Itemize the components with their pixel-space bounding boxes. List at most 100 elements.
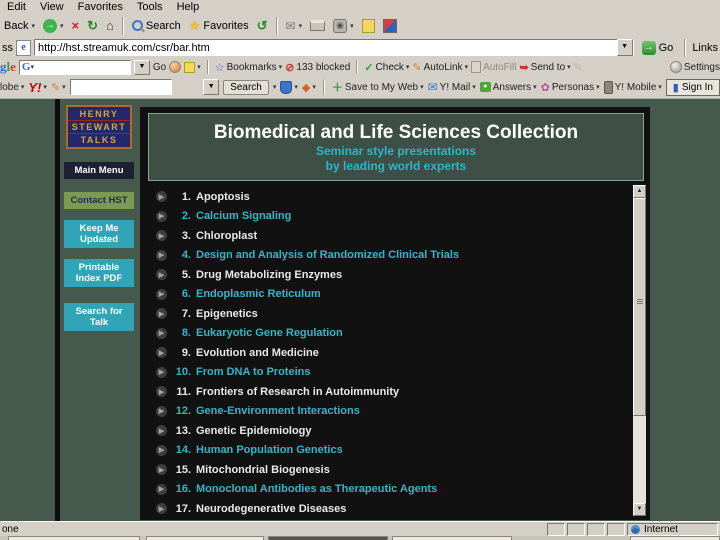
talk-link[interactable]: Frontiers of Research in Autoimmunity — [196, 386, 399, 398]
talk-link[interactable]: Monoclonal Antibodies as Therapeutic Age… — [196, 483, 437, 495]
talk-link[interactable]: Design and Analysis of Randomized Clinic… — [196, 249, 459, 261]
history-button[interactable]: ↺ — [254, 17, 271, 35]
talk-list-item[interactable]: ▶ 8. Eukaryotic Gene Regulation — [148, 324, 626, 344]
talk-list-item[interactable]: ▶ 14. Human Population Genetics — [148, 441, 626, 461]
play-icon[interactable]: ▶ — [156, 230, 167, 242]
popup-blocker-button[interactable]: ⊘ 133 blocked — [285, 61, 350, 74]
talk-link[interactable]: Mitochondrial Biogenesis — [196, 464, 330, 476]
play-icon[interactable]: ▶ — [156, 269, 167, 281]
printable-index-pdf-button[interactable]: Printable Index PDF — [64, 259, 134, 287]
talk-link[interactable]: Drug Metabolizing Enzymes — [196, 269, 342, 281]
play-icon[interactable]: ▶ — [156, 366, 167, 378]
talk-list-item[interactable]: ▶ 1. Apoptosis — [148, 187, 626, 207]
personas-button[interactable]: ✿ Personas ▾ — [541, 81, 600, 94]
play-icon[interactable]: ▶ — [156, 308, 167, 320]
keep-me-updated-button[interactable]: Keep Me Updated — [64, 220, 134, 248]
search-for-talk-button[interactable]: Search for Talk — [64, 303, 134, 331]
google-search-dropdown-icon[interactable]: ▼ — [133, 59, 150, 75]
google-extras-button[interactable]: ▾ — [184, 61, 201, 73]
talk-list-item[interactable]: ▶ 4. Design and Analysis of Randomized Cli… — [148, 246, 626, 266]
play-icon[interactable]: ▶ — [156, 405, 167, 417]
google-search-input[interactable]: G ▾ — [18, 59, 131, 75]
refresh-button[interactable]: ↻ — [84, 17, 101, 35]
list-scrollbar[interactable]: ▲ ▼ — [633, 185, 646, 516]
yahoo-mobile-button[interactable]: Y! Mobile ▾ — [603, 80, 662, 94]
signin-button[interactable]: ▮ Sign In — [665, 78, 720, 96]
talk-link[interactable]: From DNA to Proteins — [196, 366, 311, 378]
google-go-button[interactable]: Go — [153, 62, 166, 73]
back-dropdown-icon[interactable]: ▾ — [31, 22, 35, 30]
talk-link[interactable]: Endoplasmic Reticulum — [196, 288, 321, 300]
media-button[interactable] — [380, 18, 400, 34]
forward-button[interactable]: → ▾ — [40, 18, 67, 34]
play-icon[interactable]: ▶ — [156, 425, 167, 437]
play-icon[interactable]: ▶ — [156, 483, 167, 495]
talk-list-item[interactable]: ▶ 7. Epigenetics — [148, 304, 626, 324]
talk-link[interactable]: Calcium Signaling — [196, 210, 291, 222]
messenger-button[interactable]: ◉ ▾ — [330, 18, 357, 34]
menu-tools[interactable]: Tools — [130, 1, 170, 13]
play-icon[interactable]: ▶ — [156, 327, 167, 339]
notes-button[interactable] — [359, 18, 378, 34]
talk-list-item[interactable]: ▶ 2. Calcium Signaling — [148, 207, 626, 227]
taskbar-button[interactable] — [8, 536, 140, 540]
menu-favorites[interactable]: Favorites — [71, 1, 130, 13]
yahoo-search-input[interactable] — [69, 79, 172, 95]
yahoo-search-options-icon[interactable]: ▾ — [273, 83, 277, 91]
talk-list-item[interactable]: ▶ 9. Evolution and Medicine — [148, 343, 626, 363]
play-icon[interactable]: ▶ — [156, 386, 167, 398]
search-button[interactable]: Search — [129, 19, 184, 33]
talk-list-item[interactable]: ▶ 13. Genetic Epidemiology — [148, 421, 626, 441]
talk-list-item[interactable]: ▶ 3. Chloroplast — [148, 226, 626, 246]
talk-list-item[interactable]: ▶ 16. Monoclonal Antibodies as Therapeutic… — [148, 480, 626, 500]
antispy-button[interactable]: ▾ — [280, 80, 298, 94]
yahoo-mail-button[interactable]: ✉ Y! Mail ▾ — [428, 80, 476, 94]
play-icon[interactable]: ▶ — [156, 249, 167, 261]
address-dropdown-icon[interactable]: ▼ — [616, 39, 633, 56]
talk-link[interactable]: Apoptosis — [196, 191, 250, 203]
address-input[interactable]: http://hst.streamuk.com/csr/bar.htm ▼ — [34, 39, 634, 56]
yahoo-search-dropdown-icon[interactable]: ▼ — [203, 79, 220, 95]
talk-list-item[interactable]: ▶ 15. Mitochondrial Biogenesis — [148, 460, 626, 480]
back-button[interactable]: Back ▾ — [1, 19, 38, 33]
talk-list-item[interactable]: ▶ 6. Endoplasmic Reticulum — [148, 285, 626, 305]
yahoo-search-button[interactable]: Search — [223, 79, 269, 95]
talk-list-item[interactable]: ▶ 12. Gene-Environment Interactions — [148, 402, 626, 422]
answers-button[interactable]: ● Answers ▾ — [479, 82, 537, 93]
taskbar-button[interactable] — [392, 536, 512, 540]
autolink-button[interactable]: ✎ AutoLink ▾ — [412, 61, 468, 74]
home-button[interactable]: ⌂ — [103, 17, 117, 34]
talk-link[interactable]: Gene-Environment Interactions — [196, 405, 360, 417]
henry-stewart-talks-logo[interactable]: HENRY STEWART TALKS — [66, 105, 132, 149]
taskbar-button[interactable] — [146, 536, 264, 540]
links-label[interactable]: Links — [692, 42, 718, 54]
print-button[interactable] — [307, 19, 328, 32]
contact-hst-button[interactable]: Contact HST — [64, 192, 134, 209]
taskbar-button[interactable] — [630, 536, 720, 540]
yahoo-home-button[interactable]: Y! ▾ — [28, 80, 47, 95]
menu-edit[interactable]: Edit — [0, 1, 33, 13]
menu-help[interactable]: Help — [170, 1, 207, 13]
stop-button[interactable]: × — [69, 17, 83, 34]
talk-link[interactable]: Genetic Epidemiology — [196, 425, 312, 437]
play-icon[interactable]: ▶ — [156, 288, 167, 300]
talk-link[interactable]: Human Population Genetics — [196, 444, 343, 456]
talk-list-item[interactable]: ▶ 5. Drug Metabolizing Enzymes — [148, 265, 626, 285]
play-icon[interactable]: ▶ — [156, 191, 167, 203]
talk-list-item[interactable]: ▶ 11. Frontiers of Research in Autoimmunit… — [148, 382, 626, 402]
scrollbar-thumb[interactable] — [633, 198, 646, 416]
taskbar-button[interactable] — [268, 536, 388, 540]
menu-view[interactable]: View — [33, 1, 71, 13]
google-settings-button[interactable]: Settings — [669, 61, 720, 73]
forward-dropdown-icon[interactable]: ▾ — [60, 22, 64, 30]
sendto-button[interactable]: ➥ Send to ▾ — [519, 61, 570, 74]
spellcheck-button[interactable]: ✓ Check ▾ — [364, 61, 409, 74]
main-menu-button[interactable]: Main Menu — [64, 162, 134, 179]
yahoo-left-button[interactable]: lobe ▾ — [0, 82, 24, 93]
talk-list-item[interactable]: ▶ 17. Neurodegenerative Diseases — [148, 499, 626, 519]
pagerank-icon[interactable] — [169, 61, 182, 73]
talk-link[interactable]: Neurodegenerative Diseases — [196, 503, 346, 515]
play-icon[interactable]: ▶ — [156, 503, 167, 515]
talk-link[interactable]: Eukaryotic Gene Regulation — [196, 327, 343, 339]
bookmarks-button[interactable]: ☆ Bookmarks ▾ — [215, 61, 282, 74]
